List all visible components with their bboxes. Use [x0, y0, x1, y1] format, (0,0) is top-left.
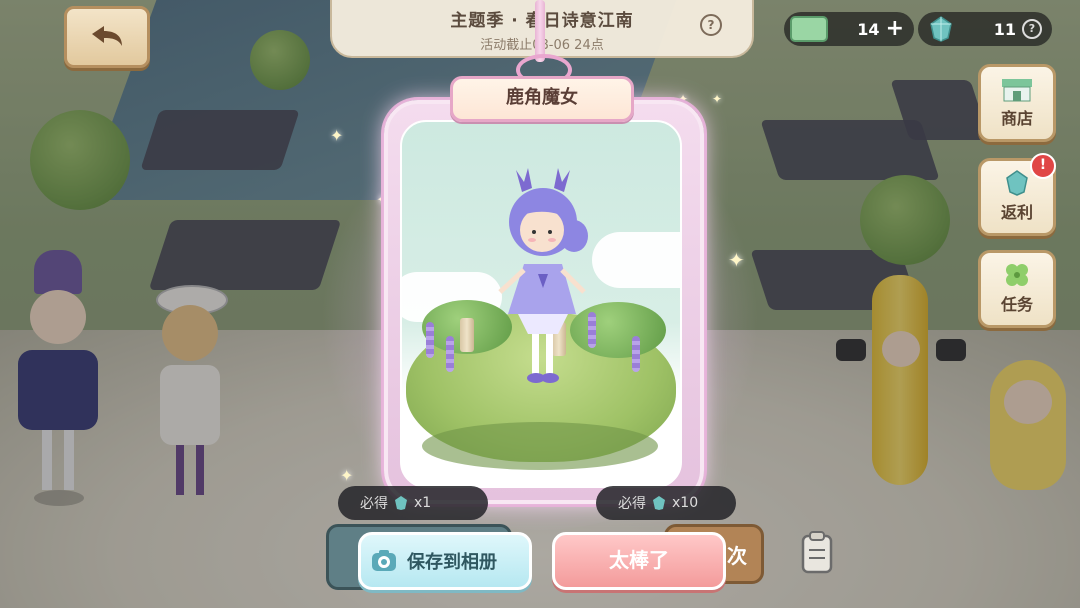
gem-value: 11	[993, 19, 1016, 39]
sparkle-icon: ✦	[330, 126, 344, 145]
guaranteed-quantity: x1	[414, 495, 432, 511]
task-label: 任务	[1000, 295, 1033, 314]
rebate-gem-icon	[1006, 170, 1028, 196]
fence-post	[460, 318, 474, 352]
camera-icon	[372, 550, 396, 571]
card-string	[535, 0, 545, 62]
add-money-button[interactable]: +	[886, 18, 904, 40]
clover-icon	[1006, 264, 1028, 286]
guaranteed-label: 必得	[360, 496, 388, 512]
lavender	[446, 336, 454, 372]
gem-counter: 11 ?	[918, 12, 1052, 46]
money-value: 14	[857, 19, 880, 39]
guaranteed-quantity: x10	[672, 495, 699, 511]
sparkle-icon: ✦	[728, 248, 745, 272]
gem-icon	[930, 16, 952, 42]
gem-icon	[653, 496, 665, 510]
clipboard-icon[interactable]	[800, 530, 834, 574]
cloud	[592, 232, 680, 288]
guaranteed-label: 必得	[618, 496, 646, 512]
save-to-album-button[interactable]: 保存到相册	[358, 532, 532, 590]
gem-icon	[395, 496, 407, 510]
money-counter: 14 +	[784, 12, 914, 46]
back-arrow-icon	[92, 26, 122, 46]
guaranteed-reward-right: 必得 x10	[596, 486, 736, 520]
outfit-name: 鹿角魔女	[450, 76, 634, 122]
sparkle-icon: ✦	[340, 466, 354, 485]
guaranteed-reward-left: 必得 x1	[338, 486, 488, 520]
lavender	[426, 322, 434, 358]
gem-help-icon[interactable]: ?	[1022, 19, 1042, 39]
lavender	[632, 336, 640, 372]
help-icon[interactable]: ?	[700, 14, 722, 36]
shop-label: 商店	[1000, 109, 1033, 128]
game-scene: ✦ ✦ ✦ ✦ ✦ ✦ ✦ 主题季 · 春日诗意江南 活动截止08-06 24点…	[0, 0, 1080, 608]
back-button[interactable]	[64, 6, 150, 68]
shop-button[interactable]: 商店	[978, 64, 1056, 142]
outfit-card-illustration	[400, 120, 682, 488]
great-button[interactable]: 太棒了	[552, 532, 726, 590]
rebate-label: 返利	[1000, 203, 1033, 222]
banknote-icon	[790, 16, 828, 42]
island-edge	[422, 422, 658, 470]
notification-badge: !	[1030, 153, 1056, 179]
task-button[interactable]: 任务	[978, 250, 1056, 328]
shop-icon	[1002, 79, 1032, 102]
sparkle-icon: ✦	[712, 92, 723, 106]
deer-witch-character	[498, 168, 588, 383]
save-to-album-label: 保存到相册	[407, 552, 497, 573]
